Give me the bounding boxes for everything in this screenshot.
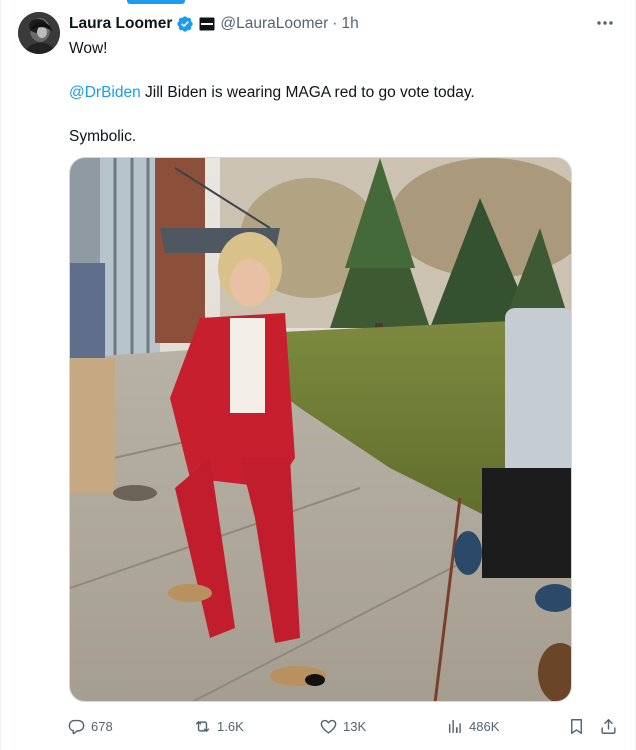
timestamp[interactable]: 1h — [341, 15, 358, 33]
share-icon — [601, 718, 616, 734]
views-button[interactable]: 486K — [445, 714, 499, 738]
reply-icon — [68, 719, 85, 734]
repost-count: 1.6K — [217, 718, 244, 734]
repost-button[interactable]: 1.6K — [193, 714, 244, 738]
tab-indicator — [127, 0, 185, 4]
view-count: 486K — [469, 718, 500, 734]
tweet-line-3: Symbolic. — [69, 128, 137, 145]
author-handle[interactable]: @LauraLoomer — [220, 15, 328, 33]
share-button[interactable] — [599, 714, 618, 738]
photo-illustration — [70, 158, 571, 701]
like-count: 13K — [343, 718, 367, 734]
flag-badge-icon[interactable] — [199, 16, 215, 32]
tweet-line-1: Wow! — [69, 40, 108, 57]
tweet-photo[interactable] — [69, 157, 572, 702]
views-chart-icon — [448, 719, 461, 733]
verified-badge-icon[interactable] — [176, 15, 194, 33]
more-options-button[interactable] — [595, 14, 615, 32]
tweet-actions-bar: 678 1.6K 13K 486K — [67, 714, 619, 738]
reply-count: 678 — [91, 718, 113, 734]
heart-icon — [320, 719, 337, 734]
tweet-text: Wow! @DrBiden Jill Biden is wearing MAGA… — [69, 38, 589, 148]
mention-link[interactable]: @DrBiden — [69, 84, 141, 101]
more-dots-icon — [597, 21, 613, 25]
bookmark-icon — [571, 718, 582, 734]
reply-button[interactable]: 678 — [67, 714, 113, 738]
like-button[interactable]: 13K — [319, 714, 366, 738]
tweet-header: Laura Loomer @LauraLoomer · 1h — [69, 13, 615, 35]
tweet-line-2: @DrBiden Jill Biden is wearing MAGA red … — [69, 82, 589, 104]
avatar[interactable] — [18, 12, 60, 54]
tweet-line-2-text: Jill Biden is wearing MAGA red to go vot… — [140, 84, 475, 101]
avatar-image — [18, 12, 60, 54]
repost-icon — [195, 720, 210, 732]
tweet-card[interactable]: Laura Loomer @LauraLoomer · 1h Wow! @DrB — [0, 0, 636, 750]
separator-dot: · — [332, 15, 338, 32]
display-name[interactable]: Laura Loomer — [69, 15, 172, 33]
bookmark-button[interactable] — [567, 714, 586, 738]
